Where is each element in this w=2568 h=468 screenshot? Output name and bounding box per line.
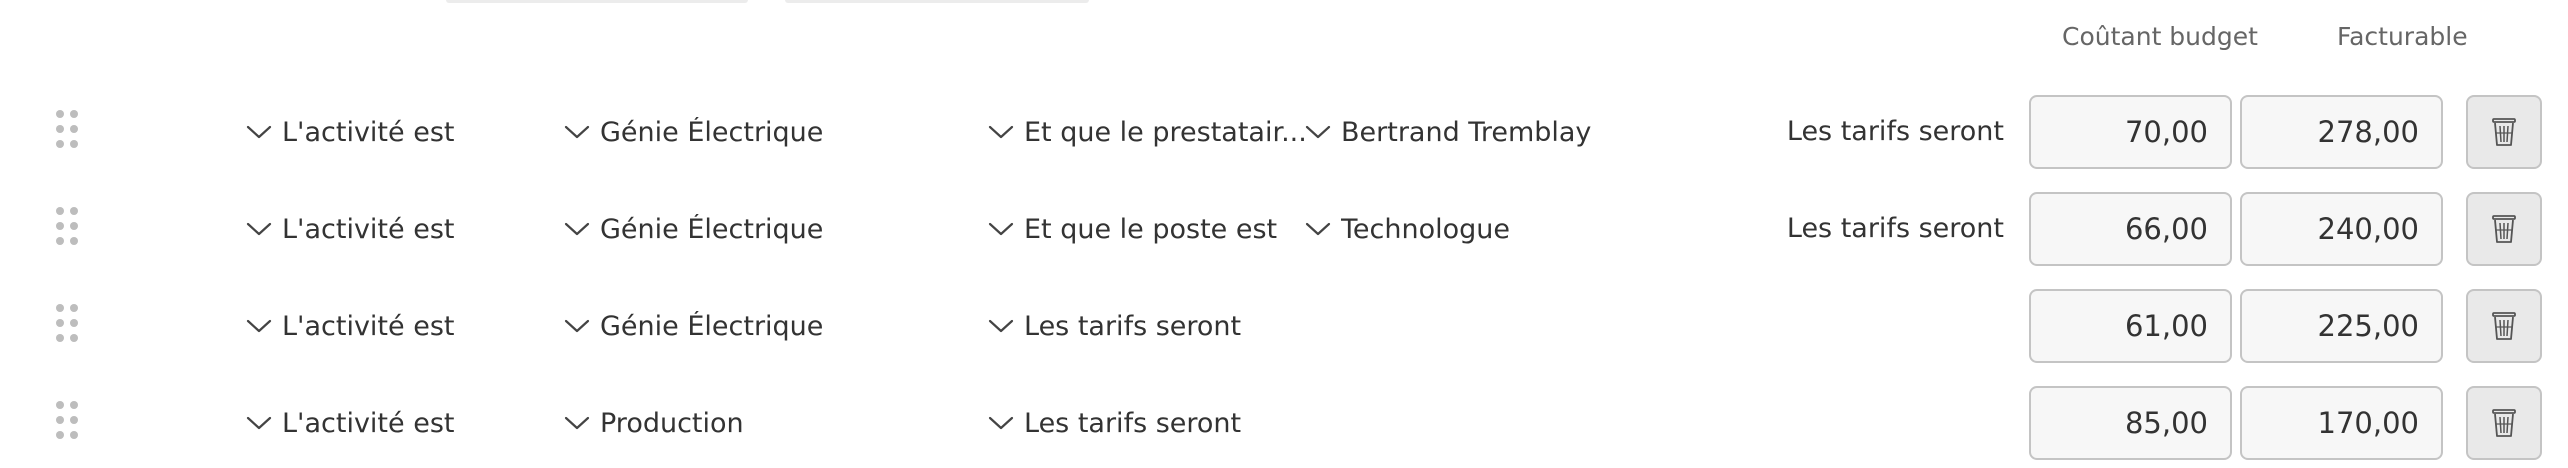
chevron-down-icon (246, 319, 272, 333)
billable-input[interactable] (2240, 95, 2443, 169)
billable-input[interactable] (2240, 289, 2443, 363)
column-header-cost-budget: Coûtant budget (2062, 22, 2258, 51)
drag-handle-icon[interactable] (56, 207, 78, 245)
drag-handle-icon[interactable] (56, 110, 78, 148)
trash-icon (2492, 118, 2516, 146)
condition-value-label: Bertrand Tremblay (1341, 116, 1592, 148)
rate-rule-row: L'activité est Génie Électrique Et que l… (0, 190, 2568, 268)
drag-handle-icon[interactable] (56, 304, 78, 342)
billable-input[interactable] (2240, 192, 2443, 266)
rate-rule-row: L'activité est Génie Électrique Et que l… (0, 93, 2568, 171)
chevron-down-icon (564, 125, 590, 139)
billable-input[interactable] (2240, 386, 2443, 460)
department-dropdown[interactable]: Génie Électrique (564, 287, 823, 365)
chevron-down-icon (564, 319, 590, 333)
rate-rule-row: L'activité est Production Les tarifs ser… (0, 384, 2568, 462)
chevron-down-icon (1305, 222, 1331, 236)
department-dropdown[interactable]: Génie Électrique (564, 93, 823, 171)
department-dropdown-label: Génie Électrique (600, 213, 824, 245)
chevron-down-icon (988, 319, 1014, 333)
activity-dropdown[interactable]: L'activité est (246, 287, 454, 365)
cost-budget-input[interactable] (2029, 289, 2232, 363)
chevron-down-icon (564, 222, 590, 236)
chevron-down-icon (988, 222, 1014, 236)
condition-dropdown-label: Et que le poste est (1024, 213, 1278, 245)
trash-icon (2492, 215, 2516, 243)
trash-icon (2492, 312, 2516, 340)
condition-dropdown-label: Et que le prestatair... (1024, 116, 1307, 148)
activity-dropdown-label: L'activité est (282, 116, 455, 148)
activity-dropdown-label: L'activité est (282, 310, 455, 342)
activity-dropdown[interactable]: L'activité est (246, 190, 454, 268)
condition-value-label: Technologue (1341, 213, 1510, 245)
chevron-down-icon (246, 416, 272, 430)
delete-row-button[interactable] (2466, 289, 2542, 363)
department-dropdown[interactable]: Génie Électrique (564, 190, 823, 268)
cost-budget-input[interactable] (2029, 386, 2232, 460)
rates-dropdown-label: Les tarifs seront (1024, 407, 1242, 439)
rates-dropdown[interactable]: Les tarifs seront (988, 384, 1241, 462)
delete-row-button[interactable] (2466, 386, 2542, 460)
rates-label: Les tarifs seront (1786, 213, 2004, 244)
chevron-down-icon (246, 125, 272, 139)
rates-label: Les tarifs seront (1786, 116, 2004, 147)
rates-dropdown[interactable]: Les tarifs seront (988, 287, 1241, 365)
condition-dropdown[interactable]: Et que le prestatair... (988, 93, 1307, 171)
department-dropdown[interactable]: Production (564, 384, 744, 462)
previous-section-stub (785, 0, 1089, 3)
drag-handle-icon[interactable] (56, 401, 78, 439)
rate-rule-row: L'activité est Génie Électrique Les tari… (0, 287, 2568, 365)
chevron-down-icon (988, 416, 1014, 430)
cost-budget-input[interactable] (2029, 95, 2232, 169)
activity-dropdown-label: L'activité est (282, 407, 455, 439)
chevron-down-icon (564, 416, 590, 430)
chevron-down-icon (988, 125, 1014, 139)
rates-dropdown-label: Les tarifs seront (1024, 310, 1242, 342)
column-header-billable: Facturable (2337, 22, 2468, 51)
trash-icon (2492, 409, 2516, 437)
previous-section-stub (446, 0, 748, 3)
department-dropdown-label: Production (600, 407, 744, 439)
department-dropdown-label: Génie Électrique (600, 310, 824, 342)
delete-row-button[interactable] (2466, 192, 2542, 266)
condition-dropdown[interactable]: Et que le poste est (988, 190, 1277, 268)
activity-dropdown[interactable]: L'activité est (246, 93, 454, 171)
delete-row-button[interactable] (2466, 95, 2542, 169)
activity-dropdown[interactable]: L'activité est (246, 384, 454, 462)
condition-value-dropdown[interactable]: Bertrand Tremblay (1305, 93, 1591, 171)
department-dropdown-label: Génie Électrique (600, 116, 824, 148)
cost-budget-input[interactable] (2029, 192, 2232, 266)
condition-value-dropdown[interactable]: Technologue (1305, 190, 1510, 268)
chevron-down-icon (246, 222, 272, 236)
activity-dropdown-label: L'activité est (282, 213, 455, 245)
chevron-down-icon (1305, 125, 1331, 139)
